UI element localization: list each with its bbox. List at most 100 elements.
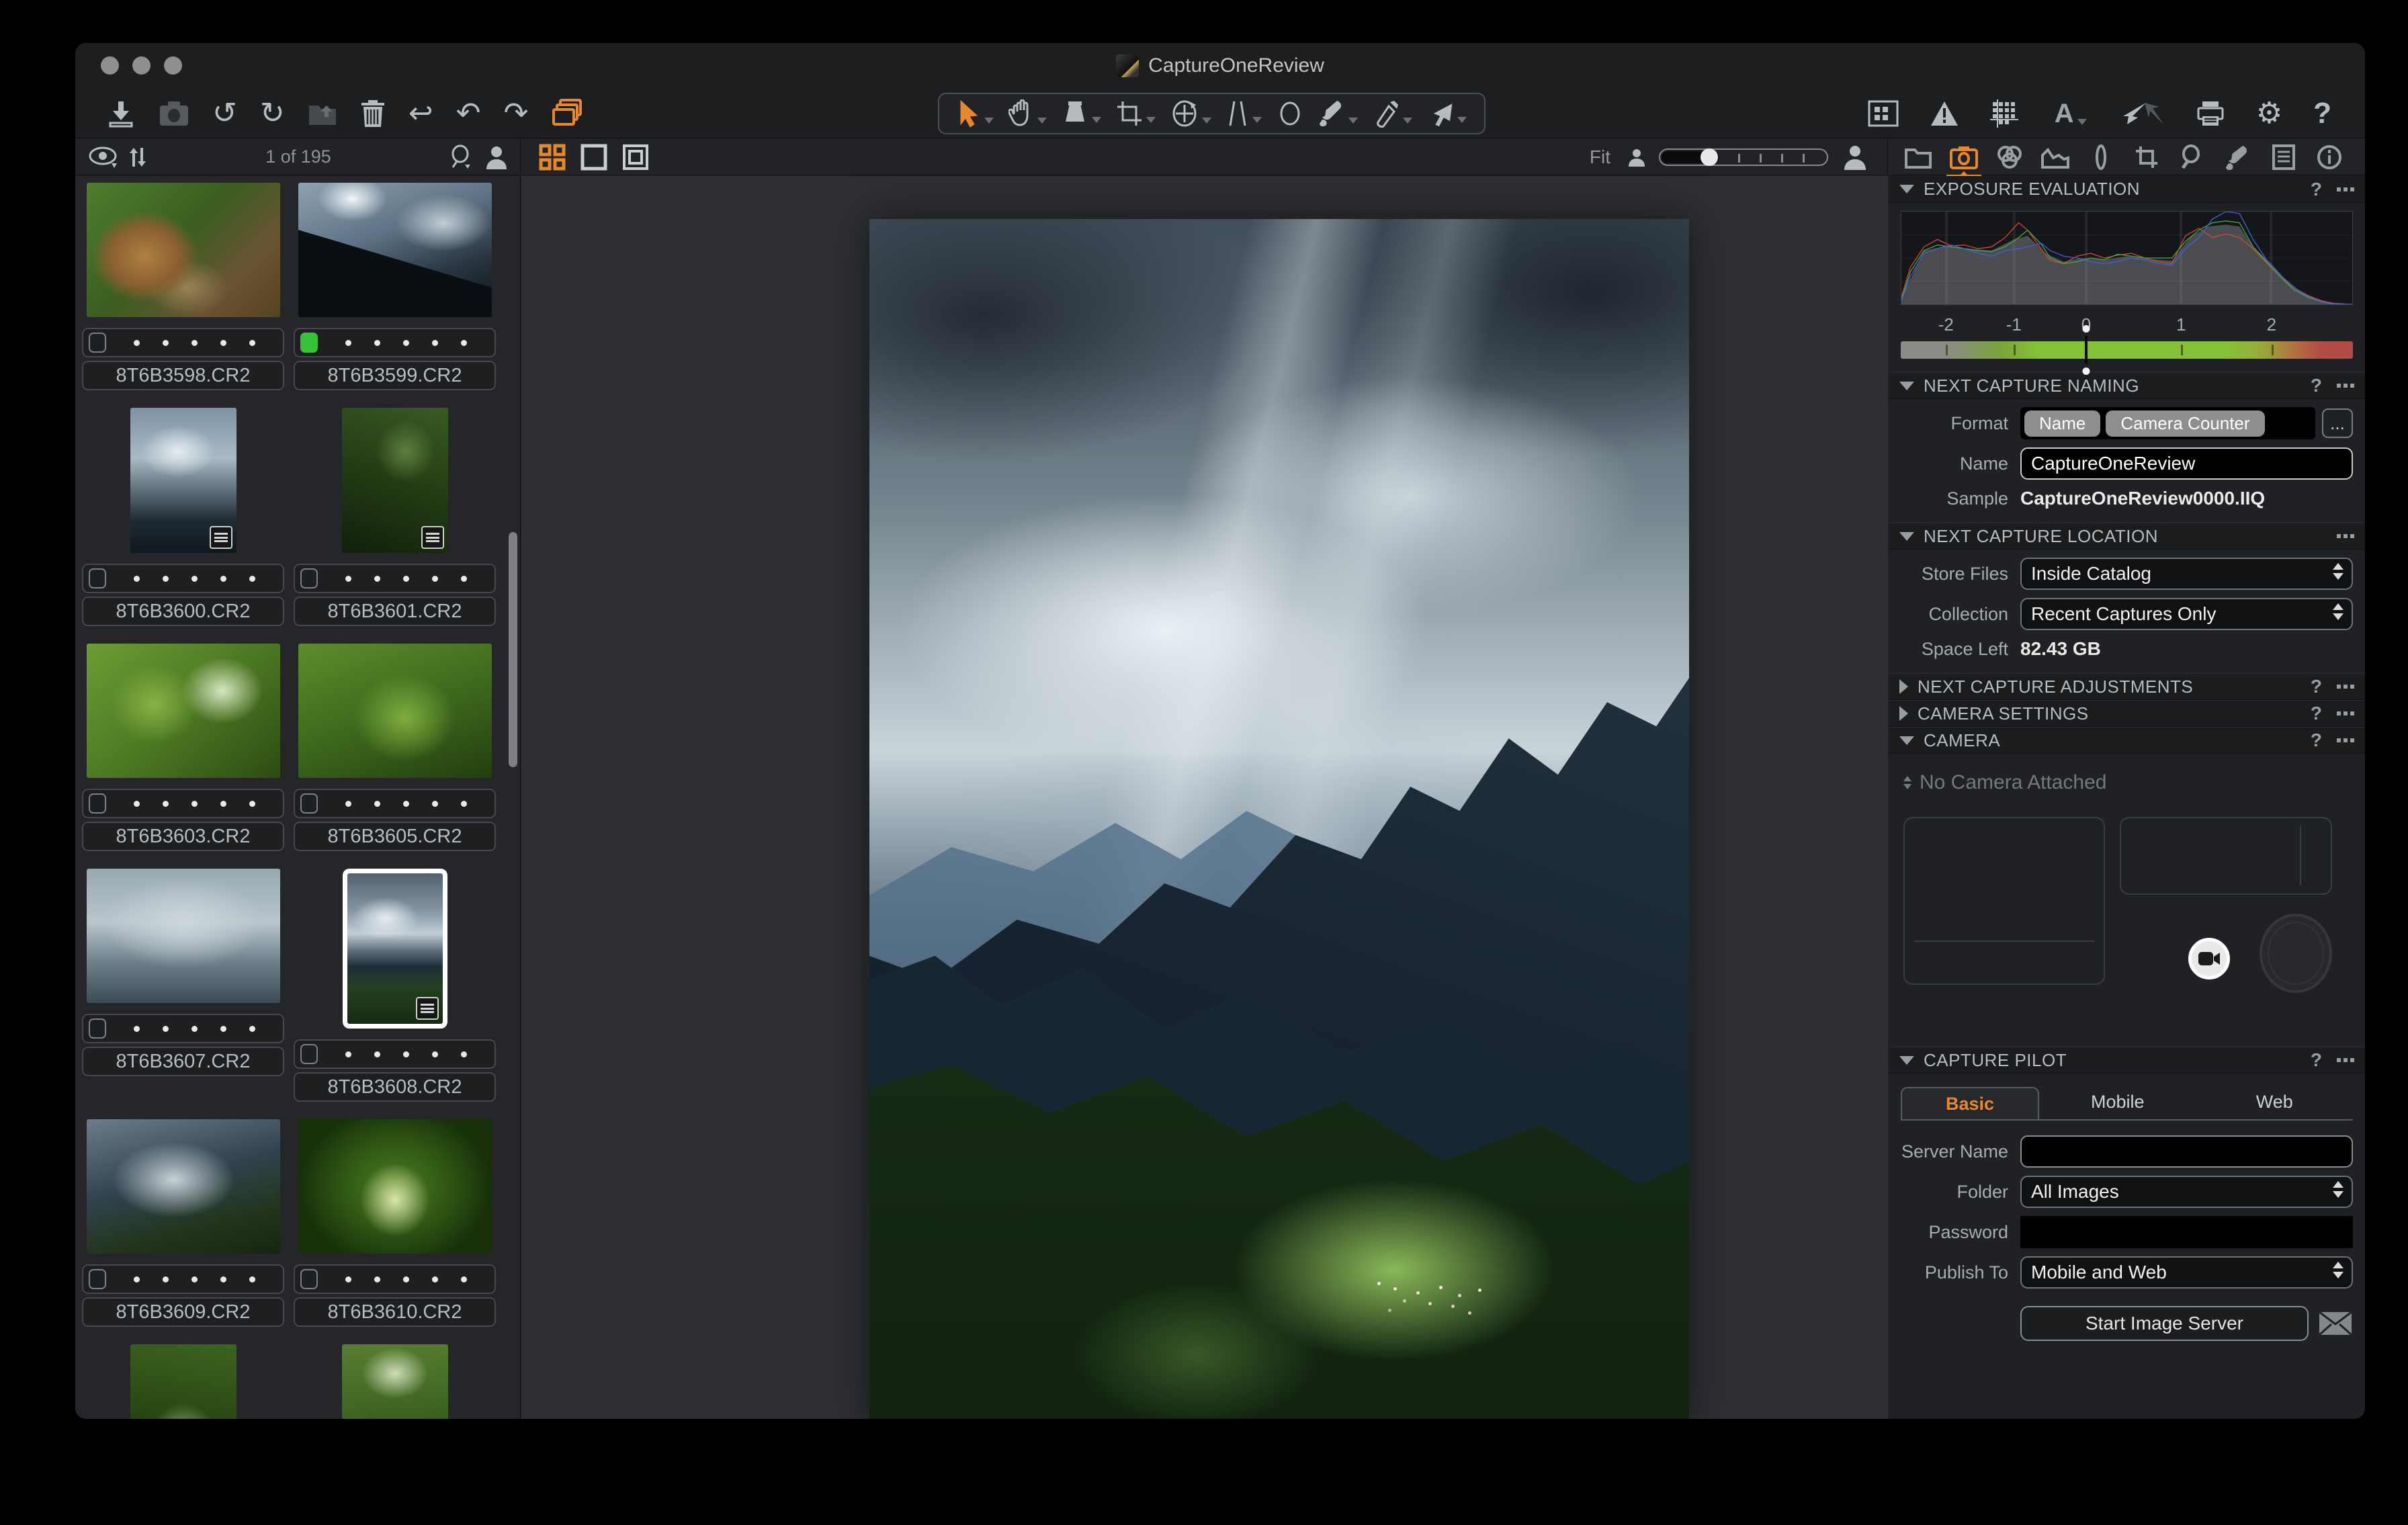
- publish-to-dropdown[interactable]: Mobile and Web: [2020, 1256, 2353, 1289]
- color-tag[interactable]: [300, 1269, 318, 1289]
- filter-eye-icon[interactable]: [87, 146, 118, 169]
- pilot-tab-basic[interactable]: Basic: [1901, 1087, 2039, 1119]
- copy-apply-adjustments-icon[interactable]: [2123, 100, 2165, 127]
- section-help-icon[interactable]: ?: [2311, 676, 2322, 697]
- section-menu-icon[interactable]: [2337, 384, 2354, 388]
- section-exposure-evaluation[interactable]: EXPOSURE EVALUATION ?: [1889, 176, 2365, 203]
- thumbnail-cell[interactable]: 8T6B3600.CR2: [82, 408, 284, 626]
- store-files-dropdown[interactable]: Inside Catalog: [2020, 558, 2353, 590]
- section-next-capture-naming[interactable]: NEXT CAPTURE NAMING ?: [1889, 372, 2365, 399]
- select-tool[interactable]: [951, 97, 999, 130]
- print-icon[interactable]: [2196, 100, 2225, 127]
- folder-dropdown[interactable]: All Images: [2020, 1176, 2353, 1208]
- section-help-icon[interactable]: ?: [2311, 730, 2322, 751]
- format-token-name[interactable]: Name: [2024, 410, 2100, 437]
- main-preview-image[interactable]: [869, 219, 1689, 1419]
- disclosure-triangle-icon[interactable]: [1899, 679, 1908, 694]
- color-tag[interactable]: [89, 333, 106, 353]
- thumbnail-image[interactable]: [87, 869, 280, 1003]
- email-icon[interactable]: [2318, 1311, 2353, 1336]
- exposure-warning-icon[interactable]: [1930, 100, 1959, 127]
- loupe-tool[interactable]: [1056, 97, 1107, 130]
- capture-icon[interactable]: [159, 100, 189, 127]
- section-next-capture-adjustments[interactable]: NEXT CAPTURE ADJUSTMENTS ?: [1889, 673, 2365, 700]
- tab-capture[interactable]: [1949, 142, 1979, 172]
- thumbnail-image[interactable]: [87, 644, 280, 778]
- annotation-caret[interactable]: [2077, 119, 2087, 125]
- color-tag[interactable]: [89, 793, 106, 814]
- rotate-right-icon[interactable]: ↻: [260, 99, 285, 128]
- section-menu-icon[interactable]: [2337, 187, 2354, 191]
- section-camera-settings[interactable]: CAMERA SETTINGS ?: [1889, 700, 2365, 727]
- reset-adjustments-icon[interactable]: ↩: [408, 99, 433, 128]
- thumbnail-cell[interactable]: 8T6B3603.CR2: [82, 644, 284, 851]
- disclosure-triangle-icon[interactable]: [1899, 382, 1914, 390]
- format-token-field[interactable]: Name Camera Counter: [2020, 407, 2315, 439]
- thumbnail-cell[interactable]: 8T6B3601.CR2: [294, 408, 496, 626]
- section-help-icon[interactable]: ?: [2311, 375, 2322, 396]
- rating-dots[interactable]: [318, 1276, 494, 1282]
- section-camera[interactable]: CAMERA ?: [1889, 727, 2365, 754]
- rotate-left-icon[interactable]: ↺: [212, 99, 237, 128]
- thumbnail-image[interactable]: [130, 408, 236, 553]
- thumbnail-image[interactable]: [87, 1119, 280, 1254]
- server-name-input[interactable]: [2020, 1135, 2353, 1168]
- color-tag[interactable]: [89, 1018, 106, 1039]
- rating-dots[interactable]: [106, 1026, 283, 1032]
- grid-view-icon[interactable]: [539, 144, 566, 171]
- section-capture-pilot[interactable]: CAPTURE PILOT ?: [1889, 1047, 2365, 1074]
- section-menu-icon[interactable]: [2337, 685, 2354, 689]
- user-filter-icon[interactable]: [485, 145, 508, 169]
- search-icon[interactable]: [449, 144, 474, 170]
- capture-shutter-button[interactable]: [2260, 914, 2332, 993]
- pan-tool[interactable]: [1003, 97, 1052, 130]
- tab-adjustments-brush[interactable]: [2223, 142, 2253, 172]
- import-icon[interactable]: [106, 99, 136, 128]
- annotation-icon[interactable]: A: [2049, 96, 2092, 132]
- zoom-slider-knob[interactable]: [1701, 148, 1718, 166]
- tab-info[interactable]: [2315, 142, 2344, 172]
- thumbnail-cell[interactable]: 8T6B3611.CR2: [82, 1344, 284, 1419]
- capture-name-input[interactable]: CaptureOneReview: [2020, 447, 2353, 480]
- tab-library[interactable]: [1903, 142, 1933, 172]
- thumbnail-image[interactable]: [298, 644, 492, 778]
- apply-adjustments-tool-caret[interactable]: [1457, 117, 1467, 123]
- section-next-capture-location[interactable]: NEXT CAPTURE LOCATION: [1889, 523, 2365, 550]
- rating-dots[interactable]: [318, 340, 494, 346]
- rating-dots[interactable]: [106, 340, 283, 346]
- format-more-button[interactable]: ...: [2322, 408, 2353, 438]
- disclosure-triangle-icon[interactable]: [1899, 706, 1908, 721]
- rating-dots[interactable]: [318, 801, 494, 807]
- thumbnail-cell[interactable]: 8T6B3605.CR2: [294, 644, 496, 851]
- section-menu-icon[interactable]: [2337, 1058, 2354, 1062]
- rating-dots[interactable]: [318, 1051, 494, 1057]
- straighten-tool-caret[interactable]: [1202, 118, 1211, 124]
- rating-dots[interactable]: [318, 576, 494, 582]
- browser-scrollbar-thumb[interactable]: [509, 532, 517, 767]
- collection-dropdown[interactable]: Recent Captures Only: [2020, 598, 2353, 630]
- single-view-icon[interactable]: [580, 144, 607, 171]
- color-tag[interactable]: [300, 1044, 318, 1064]
- keystone-tool[interactable]: [1221, 97, 1267, 130]
- tab-lens[interactable]: [2086, 142, 2116, 172]
- exposure-meter[interactable]: [1901, 341, 2353, 359]
- loupe-tool-caret[interactable]: [1092, 117, 1101, 123]
- section-menu-icon[interactable]: [2337, 738, 2354, 742]
- color-tag[interactable]: [89, 568, 106, 589]
- password-input[interactable]: [2020, 1216, 2353, 1248]
- exposure-meter-marker[interactable]: [2085, 336, 2088, 364]
- thumbnail-cell[interactable]: 8T6B3599.CR2: [294, 183, 496, 390]
- settings-gear-icon[interactable]: ⚙: [2256, 99, 2282, 128]
- tab-color[interactable]: [1995, 142, 2024, 172]
- thumbnail-image[interactable]: [342, 1344, 448, 1419]
- spot-tool[interactable]: [1271, 97, 1309, 130]
- disclosure-triangle-icon[interactable]: [1899, 1056, 1914, 1065]
- thumbnail-image[interactable]: [130, 1344, 236, 1419]
- browser-toggle-icon[interactable]: [551, 99, 585, 128]
- select-tool-caret[interactable]: [984, 118, 994, 124]
- thumbnail-cell[interactable]: 8T6B3598.CR2: [82, 183, 284, 390]
- tab-metadata[interactable]: [2269, 142, 2298, 172]
- pick-color-tool[interactable]: [1367, 97, 1418, 130]
- thumbnail-cell[interactable]: 8T6B3608.CR2: [294, 869, 496, 1102]
- pick-color-tool-caret[interactable]: [1403, 118, 1412, 124]
